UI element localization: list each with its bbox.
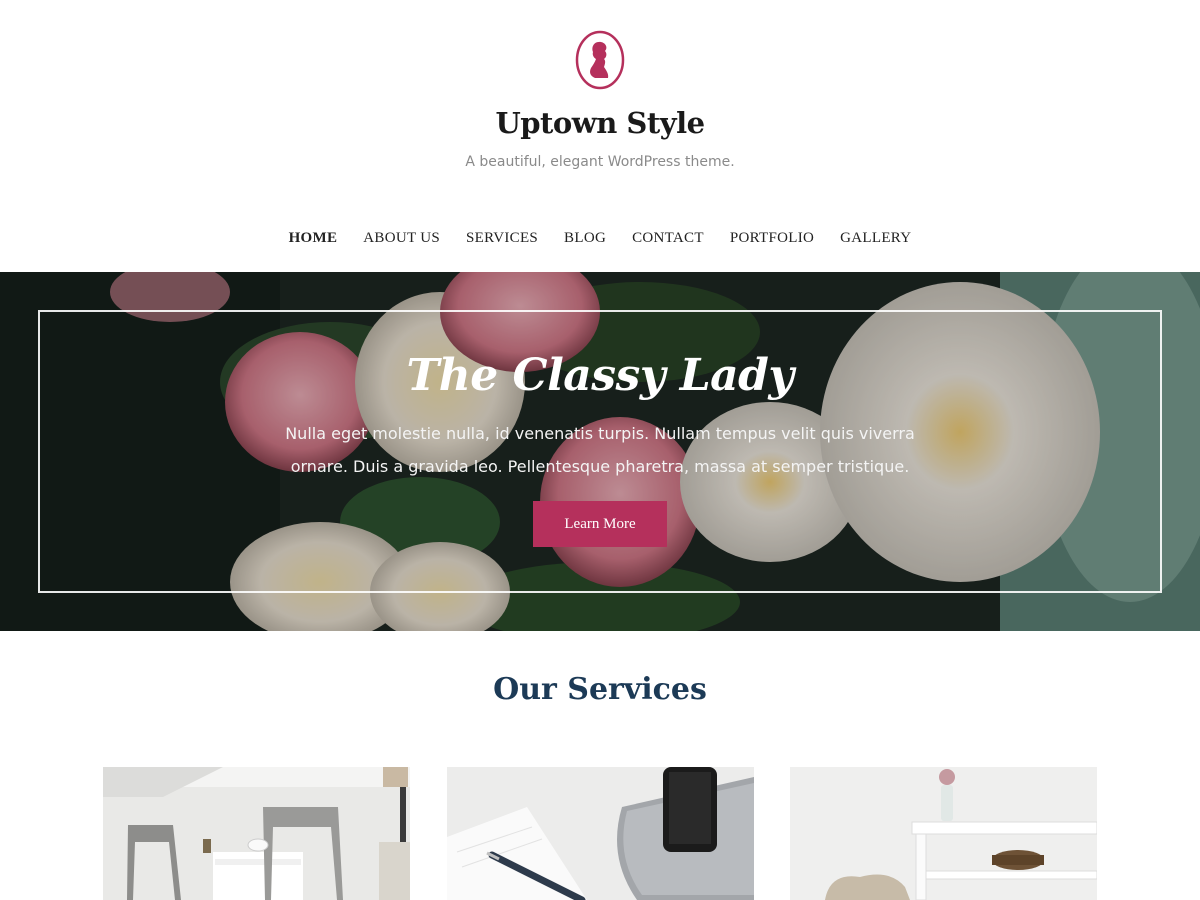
main-nav: HOME ABOUT US SERVICES BLOG CONTACT PORT… xyxy=(0,230,1200,247)
cameo-logo-icon[interactable] xyxy=(575,30,625,90)
site-title[interactable]: Uptown Style xyxy=(0,106,1200,140)
nav-item-gallery[interactable]: GALLERY xyxy=(840,230,911,247)
nav-item-services[interactable]: SERVICES xyxy=(466,230,538,247)
hero-banner: The Classy Lady Nulla eget molestie null… xyxy=(0,272,1200,631)
nav-item-blog[interactable]: BLOG xyxy=(564,230,606,247)
nav-item-about-us[interactable]: ABOUT US xyxy=(363,230,440,247)
nav-item-home[interactable]: HOME xyxy=(289,230,338,247)
service-card-image-chairs[interactable] xyxy=(103,767,410,900)
nav-item-portfolio[interactable]: PORTFOLIO xyxy=(730,230,814,247)
nav-item-contact[interactable]: CONTACT xyxy=(632,230,704,247)
chairs-photo xyxy=(103,767,410,900)
shelf-photo xyxy=(790,767,1097,900)
site-header: Uptown Style A beautiful, elegant WordPr… xyxy=(0,0,1200,272)
services-heading: Our Services xyxy=(493,672,707,707)
hero-title: The Classy Lady xyxy=(406,350,795,401)
site-tagline: A beautiful, elegant WordPress theme. xyxy=(465,154,735,170)
service-card-image-shelf[interactable] xyxy=(790,767,1097,900)
tablet-photo xyxy=(447,767,754,900)
hero-description: Nulla eget molestie nulla, id venenatis … xyxy=(285,424,915,476)
learn-more-button[interactable]: Learn More xyxy=(533,501,667,547)
service-card-image-tablet[interactable] xyxy=(447,767,754,900)
